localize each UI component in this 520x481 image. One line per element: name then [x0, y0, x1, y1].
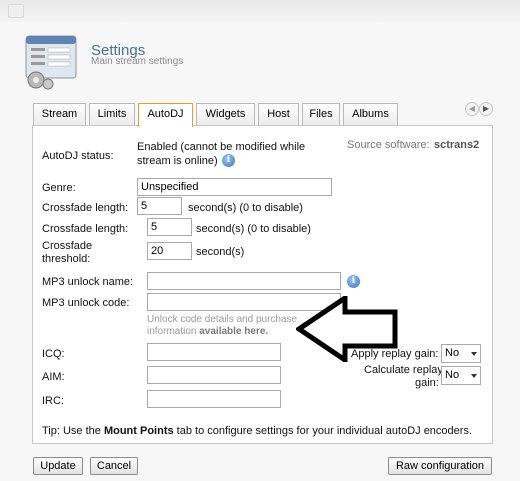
update-button[interactable]: Update: [33, 457, 83, 475]
crossfade-threshold-label-line2: threshold:: [42, 253, 91, 265]
autodj-status-label: AutoDJ status:: [42, 150, 114, 162]
autodj-status-value-line2: stream is online): [137, 155, 218, 167]
crossfade-length-input-2[interactable]: 5: [147, 218, 192, 236]
irc-input[interactable]: [147, 390, 281, 408]
tab-scroll-left-icon[interactable]: ◀: [465, 102, 479, 116]
left-arrow-annotation-icon: [296, 296, 398, 362]
mp3-unlock-info-icon[interactable]: i: [347, 275, 360, 288]
apply-replay-gain-select[interactable]: No: [441, 344, 481, 363]
aim-label: AIM:: [42, 371, 65, 383]
genre-label: Genre:: [42, 182, 76, 194]
tip-suffix: tab to configure settings for your indiv…: [173, 425, 473, 437]
page-subtitle: Main stream settings: [91, 56, 184, 67]
crossfade-threshold-input[interactable]: 20: [147, 242, 192, 260]
crossfade-threshold-label-line1: Crossfade: [42, 240, 93, 252]
crossfade-length-label-1: Crossfade length:: [42, 202, 129, 214]
aim-input[interactable]: [147, 366, 281, 384]
mp3-unlock-name-label: MP3 unlock name:: [42, 276, 134, 288]
chevron-down-icon: [471, 374, 477, 378]
tab-scroll-arrows: ◀ ▶: [465, 102, 493, 118]
crossfade-length-input-1[interactable]: 5: [137, 197, 182, 215]
settings-window: Settings Main stream settings Stream Lim…: [0, 0, 520, 481]
autodj-status-value-line1: Enabled (cannot be modified while: [137, 141, 306, 153]
mp3-unlock-hint-line1: Unlock code details and purchase: [147, 314, 298, 325]
calculate-replay-gain-value: No: [445, 369, 460, 381]
tip-mount-points: Mount Points: [103, 425, 174, 437]
tab-stream[interactable]: Stream: [33, 103, 86, 126]
genre-input[interactable]: Unspecified: [137, 178, 332, 196]
tab-widgets[interactable]: Widgets: [196, 103, 255, 126]
tab-limits[interactable]: Limits: [89, 103, 135, 126]
crossfade-length-unit-2: second(s) (0 to disable): [196, 223, 311, 235]
source-software-label: Source software:: [347, 139, 430, 151]
crossfade-threshold-unit: second(s): [196, 246, 245, 258]
window-corner-icon: [8, 4, 24, 18]
tab-files[interactable]: Files: [302, 103, 340, 126]
autodj-status-info-icon[interactable]: i: [222, 154, 235, 167]
calculate-replay-gain-label-line1: Calculate replay: [364, 364, 443, 376]
raw-configuration-button[interactable]: Raw configuration: [388, 457, 492, 475]
icq-label: ICQ:: [42, 348, 65, 360]
calculate-replay-gain-select[interactable]: No: [441, 366, 481, 385]
top-strip: [0, 0, 520, 22]
mp3-unlock-hint-line2: information available here.: [147, 326, 268, 338]
tab-autodj[interactable]: AutoDJ: [138, 103, 193, 127]
mp3-unlock-hint-prefix: information: [147, 326, 200, 337]
crossfade-length-label-2: Crossfade length:: [42, 223, 129, 235]
tab-host[interactable]: Host: [258, 103, 299, 126]
cancel-button[interactable]: Cancel: [90, 457, 138, 475]
icq-input[interactable]: [147, 343, 281, 361]
autodj-panel: AutoDJ status: Enabled (cannot be modifi…: [32, 125, 493, 444]
chevron-down-icon: [471, 352, 477, 356]
mount-points-tip: Tip: Use the Mount Points tab to configu…: [42, 425, 472, 437]
mp3-unlock-hint-link[interactable]: available here.: [199, 326, 268, 337]
calculate-replay-gain-label-line2: gain:: [415, 377, 439, 389]
mp3-unlock-name-input[interactable]: [147, 272, 341, 290]
apply-replay-gain-value: No: [445, 347, 460, 359]
crossfade-length-unit-1: second(s) (0 to disable): [188, 202, 303, 214]
source-software-value: sctrans2: [434, 139, 480, 151]
settings-window-icon: [25, 35, 77, 90]
mp3-unlock-code-label: MP3 unlock code:: [42, 297, 130, 309]
tab-scroll-right-icon[interactable]: ▶: [479, 102, 493, 116]
tip-prefix: Tip: Use the: [42, 425, 104, 437]
tab-albums[interactable]: Albums: [343, 103, 398, 126]
irc-label: IRC:: [42, 395, 64, 407]
